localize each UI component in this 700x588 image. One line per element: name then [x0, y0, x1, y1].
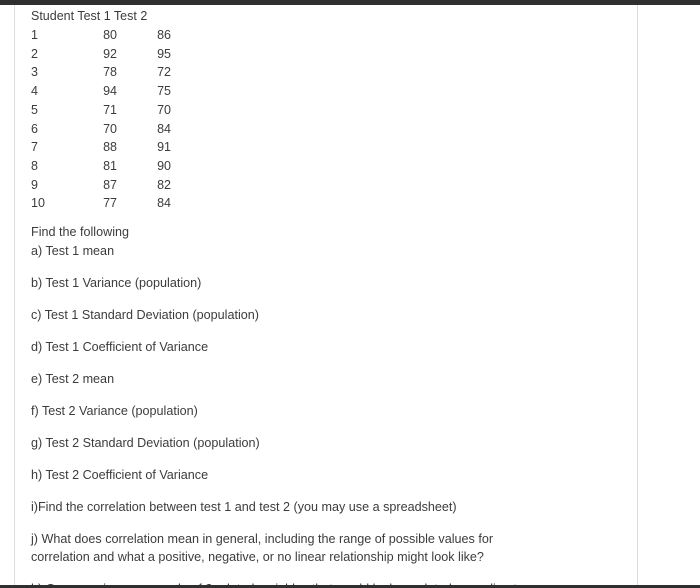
cell-test2: 91 [157, 140, 171, 155]
cell-student: 7 [31, 140, 38, 155]
question-item-c: c) Test 1 Standard Deviation (population… [31, 307, 259, 322]
cell-test1: 81 [103, 158, 117, 173]
document-screen: Student Test 1 Test 2 1 80 86 2 92 95 3 … [0, 0, 700, 588]
question-item-i: i)Find the correlation between test 1 an… [31, 499, 457, 514]
table-row: 7 88 91 [31, 138, 171, 157]
cell-test2: 72 [157, 65, 171, 80]
question-item-j-line2: correlation and what a positive, negativ… [31, 550, 484, 564]
table-row: 9 87 82 [31, 176, 171, 195]
question-item-h2: h) Can you give an example of 2 related … [31, 580, 591, 585]
scores-table: Student Test 1 Test 2 1 80 86 2 92 95 3 … [31, 7, 171, 213]
cell-test2: 75 [157, 84, 171, 99]
question-item-e: e) Test 2 mean [31, 371, 115, 386]
cell-student: 5 [31, 102, 38, 117]
cell-test1: 70 [103, 121, 117, 136]
cell-student: 1 [31, 28, 38, 42]
cell-test1: 88 [103, 140, 117, 155]
question-item-j-line1: j) What does correlation mean in general… [31, 531, 494, 546]
cell-test1: 71 [103, 102, 117, 117]
cell-test2: 95 [157, 46, 171, 61]
document-content: Student Test 1 Test 2 1 80 86 2 92 95 3 … [15, 5, 637, 585]
cell-test1: 87 [103, 177, 117, 192]
cell-student: 9 [31, 177, 38, 192]
cell-test2: 84 [157, 196, 171, 211]
cell-test2: 86 [157, 28, 171, 42]
table-row: 3 78 72 [31, 63, 171, 82]
question-item-h2-line1: h) Can you give an example of 2 related … [31, 582, 524, 585]
cell-test1: 78 [103, 65, 117, 80]
table-row: 6 70 84 [31, 120, 171, 139]
prompt-intro: Find the following [31, 225, 130, 239]
cell-student: 8 [31, 158, 38, 173]
cell-student: 3 [31, 65, 38, 80]
cell-student: 4 [31, 84, 38, 99]
cell-test2: 70 [157, 102, 171, 117]
question-item-b: b) Test 1 Variance (population) [31, 275, 202, 290]
question-item-d: d) Test 1 Coefficient of Variance [31, 339, 209, 354]
prompt-intro-block: Find the following a) Test 1 mean [31, 223, 591, 260]
cell-student: 6 [31, 121, 38, 136]
table-row: 4 94 75 [31, 82, 171, 101]
question-item-j: j) What does correlation mean in general… [31, 530, 591, 567]
question-item-g: g) Test 2 Standard Deviation (population… [31, 435, 260, 450]
question-item-h: h) Test 2 Coefficient of Variance [31, 467, 209, 482]
cell-test1: 94 [103, 84, 117, 99]
cell-test1: 77 [103, 196, 117, 211]
cell-test2: 84 [157, 121, 171, 136]
table-row: 8 81 90 [31, 157, 171, 176]
cell-test1: 80 [103, 28, 117, 42]
table-row: 10 77 84 [31, 194, 171, 213]
question-item-a: a) Test 1 mean [31, 243, 115, 258]
table-row: 5 71 70 [31, 101, 171, 120]
right-divider [637, 5, 638, 585]
cell-student: 10 [31, 196, 45, 211]
table-header: Student Test 1 Test 2 [31, 9, 148, 23]
table-row: 2 92 95 [31, 45, 171, 64]
question-item-f: f) Test 2 Variance (population) [31, 403, 198, 418]
question-prompt: Find the following a) Test 1 mean b) Tes… [31, 223, 591, 585]
cell-student: 2 [31, 46, 38, 61]
table-row: 1 80 86 [31, 26, 171, 45]
cell-test1: 92 [103, 46, 117, 61]
cell-test2: 90 [157, 158, 171, 173]
cell-test2: 82 [157, 177, 171, 192]
